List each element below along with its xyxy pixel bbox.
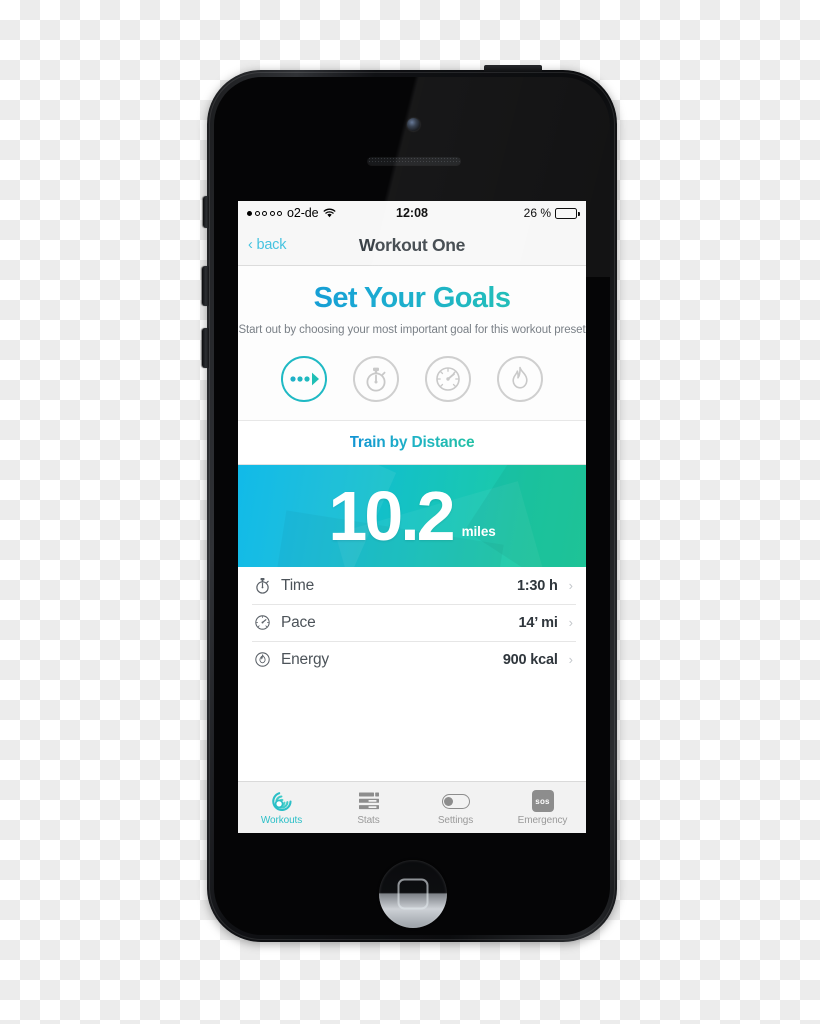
- sos-icon: sos: [531, 789, 554, 813]
- stats-bars-icon: [357, 789, 381, 813]
- goal-option-distance[interactable]: [281, 356, 327, 402]
- volume-up-button[interactable]: [202, 266, 209, 306]
- tab-settings[interactable]: Settings: [412, 782, 499, 833]
- primary-goal-banner[interactable]: 10.2 miles: [238, 465, 586, 567]
- status-bar-clock: 12:08: [396, 206, 428, 220]
- phone-device: o2-de 12:08 26 % ‹ back Workout One Set …: [202, 65, 617, 942]
- goal-option-time[interactable]: [353, 356, 399, 402]
- table-row[interactable]: Energy 900 kcal ›: [238, 641, 586, 678]
- goal-option-energy[interactable]: [497, 356, 543, 402]
- tab-emergency[interactable]: sos Emergency: [499, 782, 586, 833]
- toggle-icon: [441, 789, 470, 813]
- status-bar-right: 26 %: [428, 206, 580, 220]
- chevron-right-icon: ›: [568, 652, 573, 667]
- wifi-icon: [323, 208, 336, 218]
- row-value: 14’ mi: [518, 614, 558, 631]
- row-value: 1:30 h: [516, 577, 558, 594]
- row-label: Time: [281, 576, 315, 594]
- phone-screen: o2-de 12:08 26 % ‹ back Workout One Set …: [238, 201, 586, 833]
- stopwatch-icon: [366, 367, 386, 392]
- home-button[interactable]: [379, 860, 447, 928]
- status-bar: o2-de 12:08 26 %: [238, 201, 586, 225]
- signal-strength-icon: [247, 210, 282, 216]
- phone-front-face: o2-de 12:08 26 % ‹ back Workout One Set …: [214, 77, 610, 935]
- page-title: Workout One: [358, 234, 466, 255]
- goal-option-pace[interactable]: [425, 356, 471, 402]
- front-camera-icon: [407, 118, 420, 131]
- chevron-right-icon: ›: [568, 578, 573, 593]
- distance-icon: [290, 372, 319, 386]
- content-spacer: [238, 678, 586, 781]
- flame-icon: [252, 650, 272, 670]
- volume-down-button[interactable]: [202, 328, 209, 368]
- tab-workouts[interactable]: Workouts: [238, 782, 325, 833]
- headline-section: Set Your Goals Start out by choosing you…: [238, 266, 586, 338]
- back-button[interactable]: ‹ back: [248, 237, 286, 253]
- home-button-square-icon: [397, 878, 429, 910]
- table-row[interactable]: Pace 14’ mi ›: [238, 604, 586, 641]
- carrier-label: o2-de: [287, 206, 319, 220]
- row-label: Energy: [281, 650, 329, 668]
- mode-label: Train by Distance: [238, 421, 586, 465]
- distance-unit: miles: [461, 524, 496, 540]
- speedometer-icon: [252, 613, 272, 633]
- subtitle-text: Start out by choosing your most importan…: [238, 324, 586, 336]
- navigation-bar: ‹ back Workout One: [238, 225, 586, 266]
- speedometer-icon: [436, 367, 460, 391]
- distance-value: 10.2: [328, 476, 455, 555]
- sos-badge-label: sos: [531, 790, 554, 812]
- silent-switch[interactable]: [203, 196, 209, 228]
- power-button[interactable]: [484, 65, 542, 72]
- table-row[interactable]: Time 1:30 h ›: [238, 567, 586, 604]
- status-bar-left: o2-de: [247, 206, 396, 220]
- row-value: 900 kcal: [502, 651, 558, 668]
- goal-detail-list: Time 1:30 h › Pace 14’ mi › Energy 900 k…: [238, 567, 586, 678]
- chevron-right-icon: ›: [568, 615, 573, 630]
- workouts-swirl-icon: [270, 789, 294, 813]
- tab-bar: Workouts Stats Settings sos Emergency: [238, 781, 586, 833]
- row-label: Pace: [281, 613, 316, 631]
- earpiece-speaker-icon: [367, 156, 461, 165]
- mode-label-text: Train by Distance: [349, 434, 475, 451]
- tab-label: Emergency: [517, 815, 568, 826]
- goal-selector: [238, 338, 586, 421]
- battery-percent-label: 26 %: [523, 206, 552, 220]
- tab-label: Stats: [357, 815, 380, 826]
- flame-icon: [512, 366, 528, 389]
- headline-text: Set Your Goals: [238, 282, 586, 315]
- stopwatch-icon: [252, 576, 272, 596]
- tab-stats[interactable]: Stats: [325, 782, 412, 833]
- tab-label: Workouts: [260, 815, 303, 826]
- battery-icon: [555, 207, 580, 219]
- banner-content: 10.2 miles: [328, 476, 496, 555]
- tab-label: Settings: [437, 815, 474, 826]
